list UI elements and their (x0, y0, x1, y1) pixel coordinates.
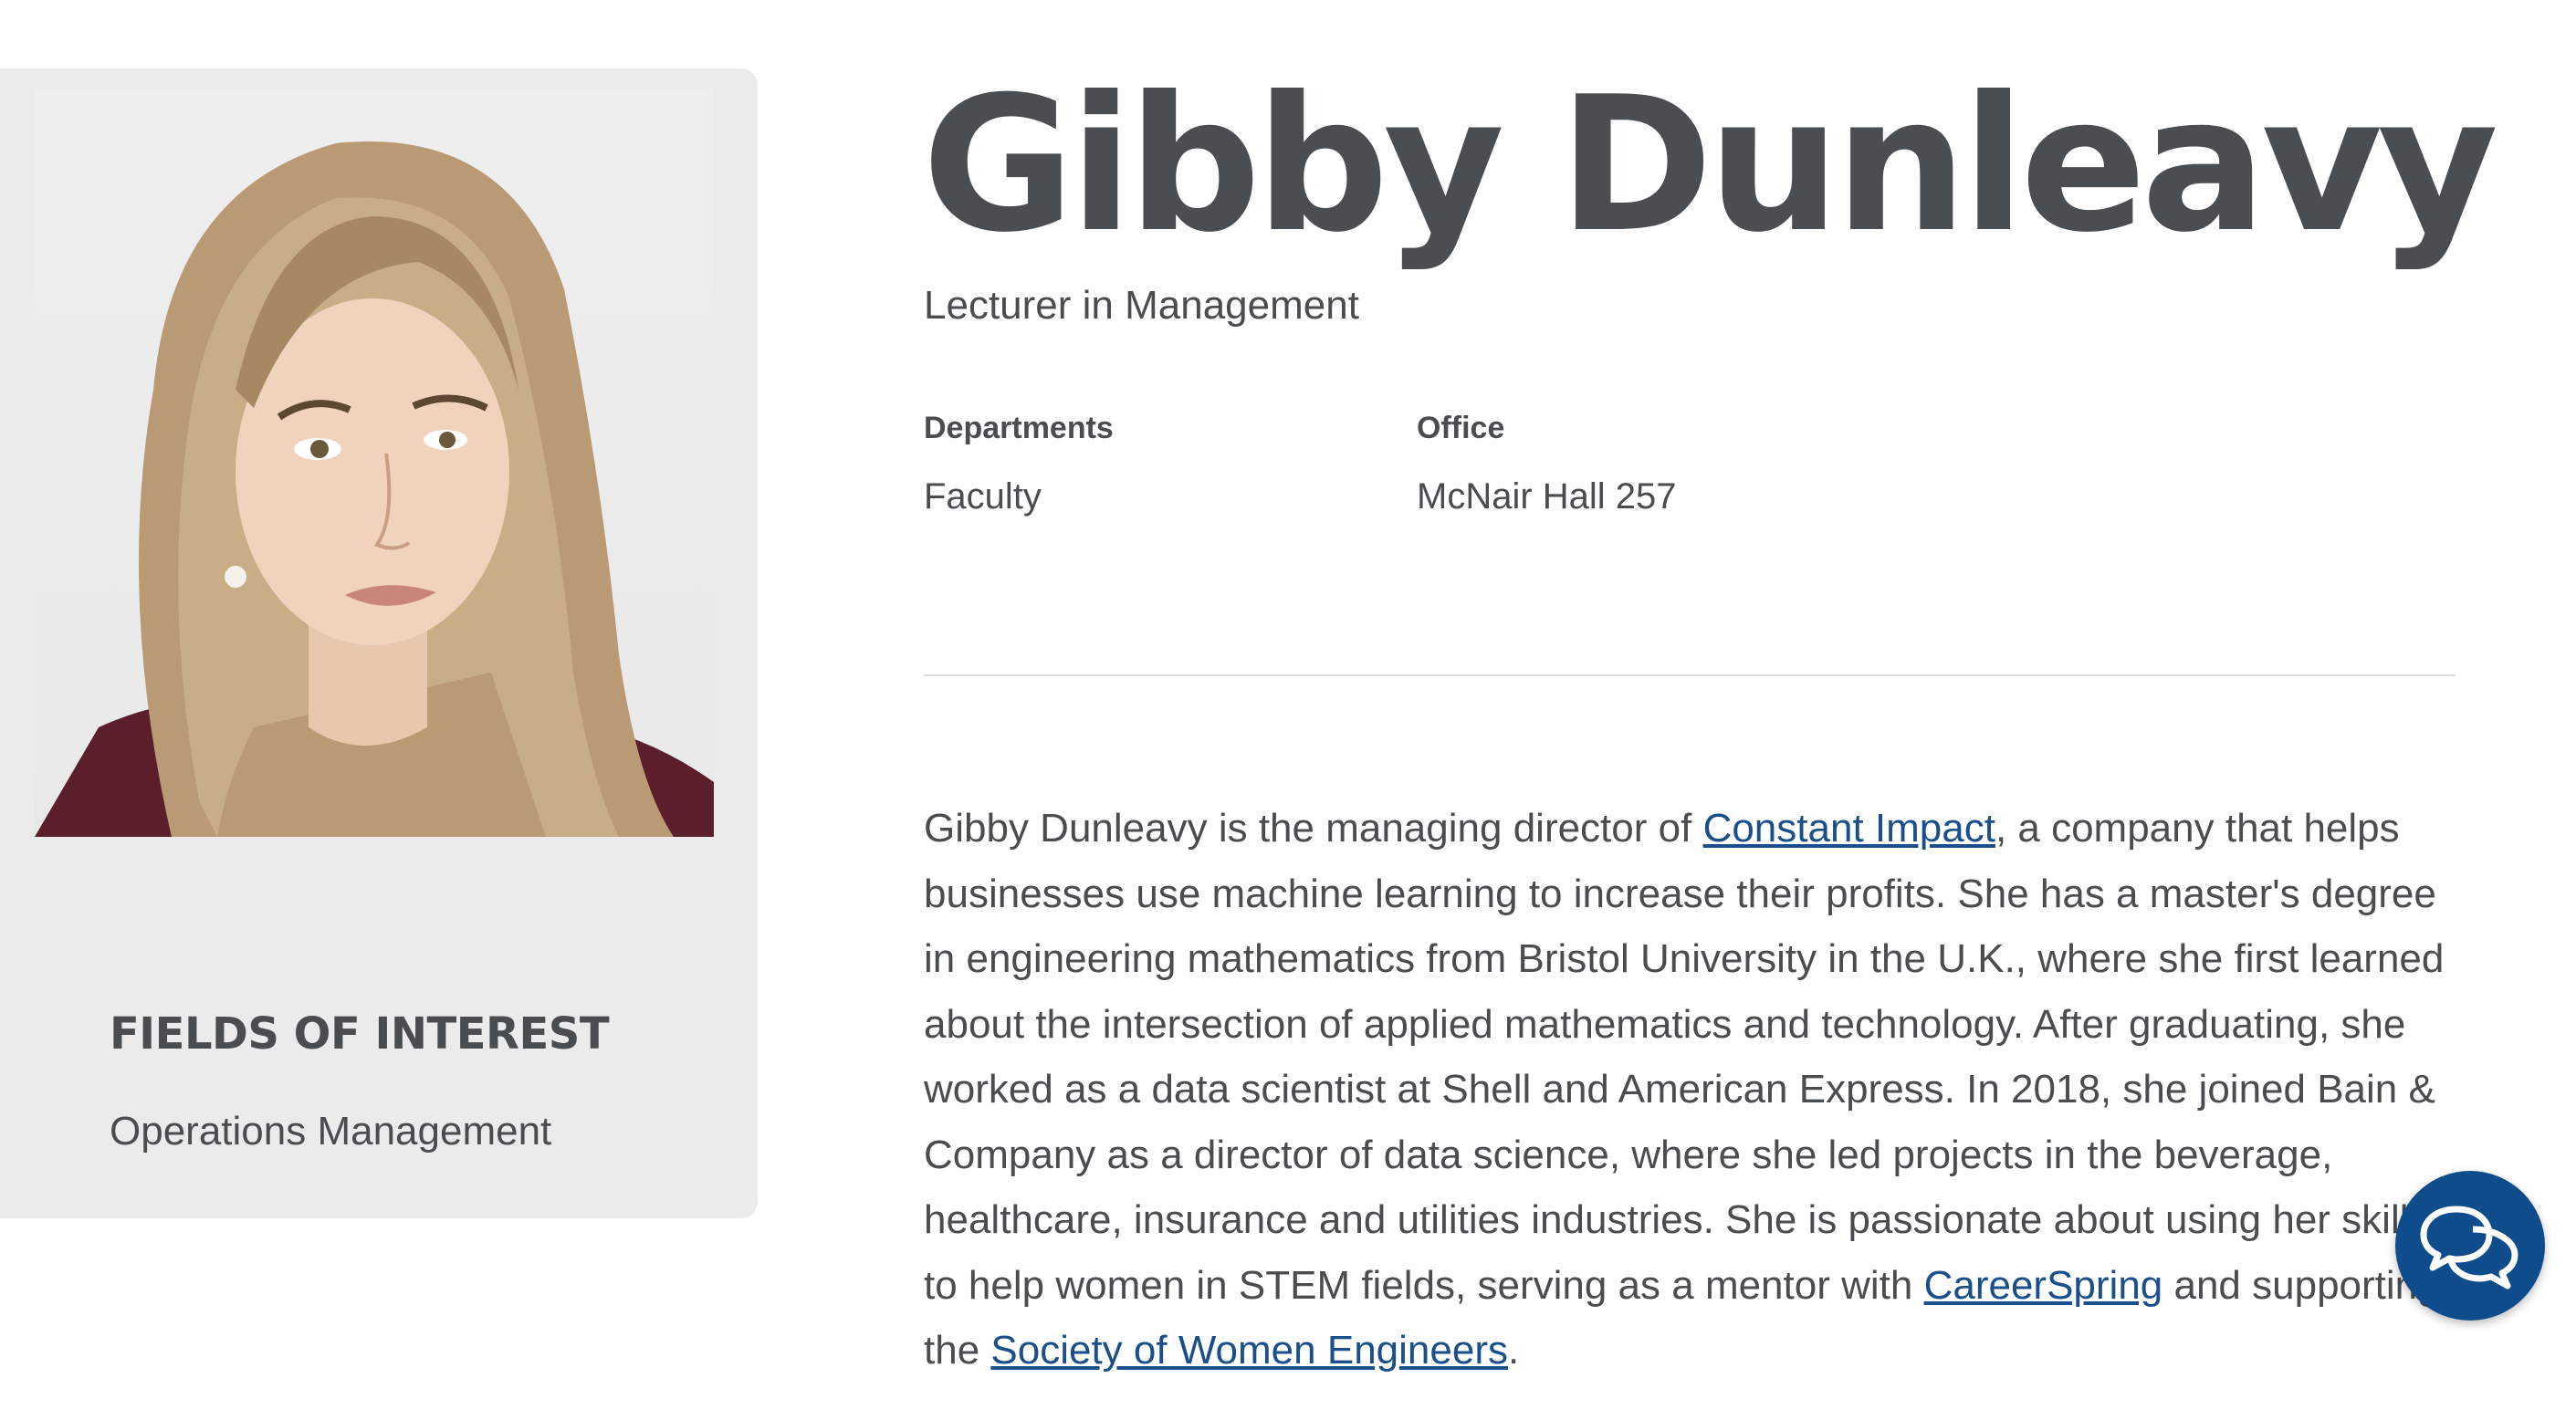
office-label: Office (1417, 411, 1505, 445)
fields-of-interest-heading: FIELDS OF INTEREST (110, 1008, 610, 1060)
fields-of-interest-value: Operations Management (110, 1109, 552, 1154)
bio-text-1: Gibby Dunleavy is the managing director … (924, 806, 1703, 851)
profile-title: Lecturer in Management (924, 283, 1359, 328)
chat-button[interactable] (2395, 1171, 2545, 1321)
society-of-women-engineers-link[interactable]: Society of Women Engineers (990, 1328, 1508, 1373)
departments-value: Faculty (924, 476, 1042, 517)
bio-text-2: , a company that helps businesses use ma… (924, 806, 2445, 1308)
office-value: McNair Hall 257 (1417, 476, 1677, 517)
bio-text-4: . (1507, 1328, 1520, 1373)
section-divider (924, 674, 2456, 676)
chat-bubbles-icon (2420, 1206, 2518, 1289)
profile-photo (35, 89, 714, 837)
departments-label: Departments (924, 411, 1114, 445)
bio-paragraph: Gibby Dunleavy is the managing director … (924, 796, 2457, 1383)
profile-card: FIELDS OF INTEREST Operations Management (0, 68, 758, 1218)
profile-name: Gibby Dunleavy (922, 57, 2498, 274)
constant-impact-link[interactable]: Constant Impact (1703, 806, 1995, 851)
careerspring-link[interactable]: CareerSpring (1924, 1263, 2163, 1308)
